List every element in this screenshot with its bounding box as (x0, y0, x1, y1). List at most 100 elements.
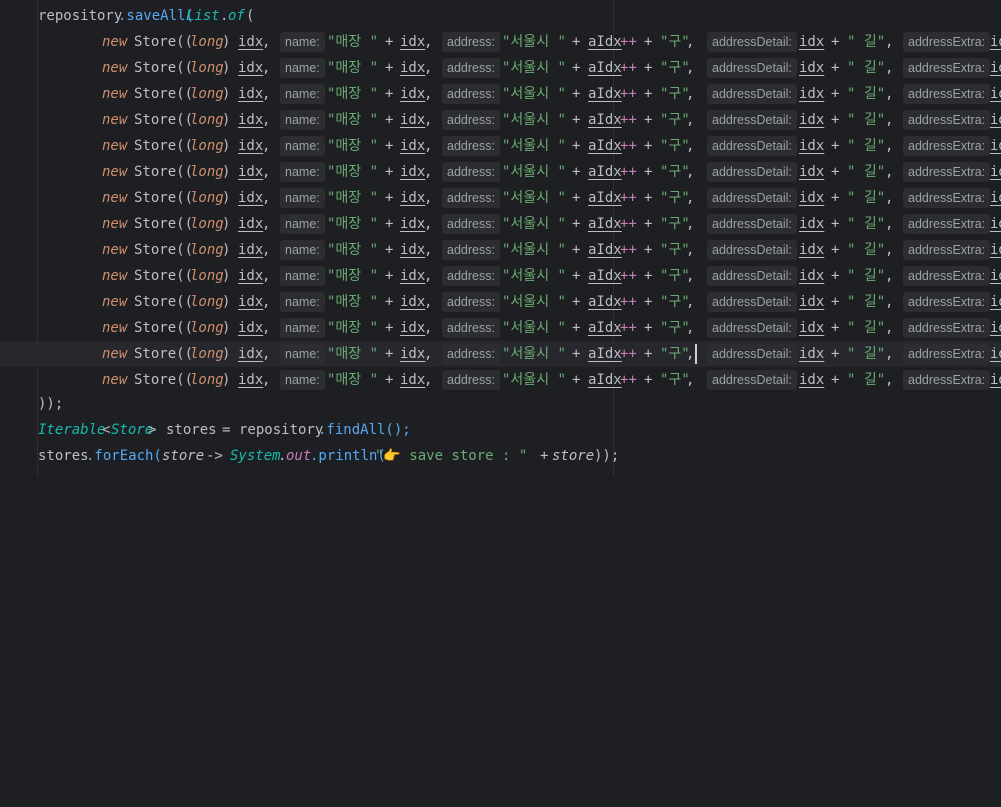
token-store-param: store (162, 448, 205, 464)
token-kw-new: new (102, 346, 128, 362)
code-line-store-6[interactable]: new Store((long) idx, name: "매장 " + idx, addres… (0, 159, 1001, 185)
code-line-store-12[interactable]: new Store((long) idx, name: "매장 " + idx, addres… (0, 315, 1001, 341)
parameter-hint-extra: addressExtra: (903, 214, 991, 234)
token-cast: long (190, 164, 224, 180)
token-comma: , (686, 86, 695, 102)
token-idx: idx (238, 320, 264, 336)
code-line-store-5[interactable]: new Store((long) idx, name: "매장 " + idx, addres… (0, 133, 1001, 159)
token-idx: idx (799, 60, 825, 76)
token-comma: , (424, 372, 433, 388)
token-idx: idx (799, 268, 825, 284)
token-ctor: Store(( (134, 34, 194, 50)
token-comma: , (424, 86, 433, 102)
token-str-name: "매장 " (327, 294, 379, 310)
token-idx: idx (238, 112, 264, 128)
code-line-store-2[interactable]: new Store((long) idx, name: "매장 " + idx, addres… (0, 55, 1001, 81)
token-idx: idx (799, 112, 825, 128)
token-comma: , (885, 60, 894, 76)
token-plus: + (385, 320, 394, 336)
token-idx: idx (799, 34, 825, 50)
code-line-save-all[interactable]: repository .saveAll( List . of ( (0, 3, 1001, 29)
token-str-name: "매장 " (327, 164, 379, 180)
token-repository: repository (38, 8, 123, 24)
token-cast: long (190, 346, 224, 362)
token-cut: id (990, 268, 1001, 284)
token-plus: + (385, 372, 394, 388)
token-idx: idx (238, 190, 264, 206)
token-str-name: "매장 " (327, 60, 379, 76)
parameter-hint-extra: addressExtra: (903, 110, 991, 130)
token-idx: idx (400, 320, 426, 336)
code-editor[interactable]: repository .saveAll( List . of ( new Stor… (0, 0, 1001, 476)
code-line-store-4[interactable]: new Store((long) idx, name: "매장 " + idx, addres… (0, 107, 1001, 133)
token-str-address: "서울시 " (502, 216, 566, 232)
code-line-store-1[interactable]: new Store((long) idx, name: "매장 " + idx, addres… (0, 29, 1001, 55)
token-cast: long (190, 86, 224, 102)
token-comma: , (885, 138, 894, 154)
token-idx: idx (238, 294, 264, 310)
code-line-store-8[interactable]: new Store((long) idx, name: "매장 " + idx, addres… (0, 211, 1001, 237)
token-comma: , (262, 242, 271, 258)
token-comma: , (262, 34, 271, 50)
code-line-store-10[interactable]: new Store((long) idx, name: "매장 " + idx, addres… (0, 263, 1001, 289)
token-comma: , (262, 216, 271, 232)
code-line-store-7[interactable]: new Store((long) idx, name: "매장 " + idx, addres… (0, 185, 1001, 211)
token-list: List (186, 8, 220, 24)
token-plus: + (831, 190, 840, 206)
token-idx: idx (400, 294, 426, 310)
parameter-hint-address: address: (442, 240, 500, 260)
token-comma: , (686, 268, 695, 284)
token-comma: , (262, 112, 271, 128)
token-comma: , (686, 320, 695, 336)
token-plus: + (644, 190, 653, 206)
token-ctor: Store(( (134, 346, 194, 362)
token-stores: stores (166, 422, 217, 438)
token-plus: + (644, 320, 653, 336)
token-plus: + (831, 164, 840, 180)
token-incr: ++ (620, 216, 637, 232)
token-kw-new: new (102, 216, 128, 232)
token-str-address: "서울시 " (502, 346, 566, 362)
token-str-address: "서울시 " (502, 60, 566, 76)
parameter-hint-name: name: (280, 110, 325, 130)
token-idx: idx (799, 346, 825, 362)
parameter-hint-name: name: (280, 292, 325, 312)
code-line-foreach[interactable]: stores .forEach( store -> System . out .… (0, 443, 1001, 469)
code-line-store-9[interactable]: new Store((long) idx, name: "매장 " + idx, addres… (0, 237, 1001, 263)
parameter-hint-extra: addressExtra: (903, 318, 991, 338)
token-idx: idx (799, 138, 825, 154)
code-line-iterable[interactable]: Iterable < Store > stores = repository .… (0, 417, 1001, 443)
parameter-hint-detail: addressDetail: (707, 188, 797, 208)
token-str-name: "매장 " (327, 242, 379, 258)
token-aidx: aIdx (588, 112, 622, 128)
token-plus: + (831, 320, 840, 336)
token-plus: + (572, 216, 581, 232)
code-line-store-13[interactable]: new Store((long) idx, name: "매장 " + idx, addres… (0, 341, 1001, 367)
token-comma: , (424, 242, 433, 258)
token-plus: + (572, 164, 581, 180)
parameter-hint-detail: addressDetail: (707, 292, 797, 312)
token-cut: id (990, 138, 1001, 154)
token-str-gil: " 길" (847, 216, 886, 232)
token-str-gil: " 길" (847, 320, 886, 336)
parameter-hint-address: address: (442, 162, 500, 182)
parameter-hint-address: address: (442, 344, 500, 364)
parameter-hint-name: name: (280, 344, 325, 364)
token-str-gil: " 길" (847, 86, 886, 102)
token-plus: + (385, 216, 394, 232)
token-cut: id (990, 294, 1001, 310)
token-stores-2: stores (38, 448, 89, 464)
code-line-store-3[interactable]: new Store((long) idx, name: "매장 " + idx, addres… (0, 81, 1001, 107)
parameter-hint-detail: addressDetail: (707, 58, 797, 78)
token-str-address: "서울시 " (502, 138, 566, 154)
token-comma: , (885, 346, 894, 362)
parameter-hint-detail: addressDetail: (707, 318, 797, 338)
token-ctor: Store(( (134, 164, 194, 180)
code-line-close[interactable]: )); (0, 391, 1001, 417)
token-comma: , (262, 320, 271, 336)
code-line-store-14[interactable]: new Store((long) idx, name: "매장 " + idx, addres… (0, 367, 1001, 393)
token-system: System (230, 448, 281, 464)
token-plus: + (572, 190, 581, 206)
token-comma: , (262, 372, 271, 388)
code-line-store-11[interactable]: new Store((long) idx, name: "매장 " + idx, addres… (0, 289, 1001, 315)
